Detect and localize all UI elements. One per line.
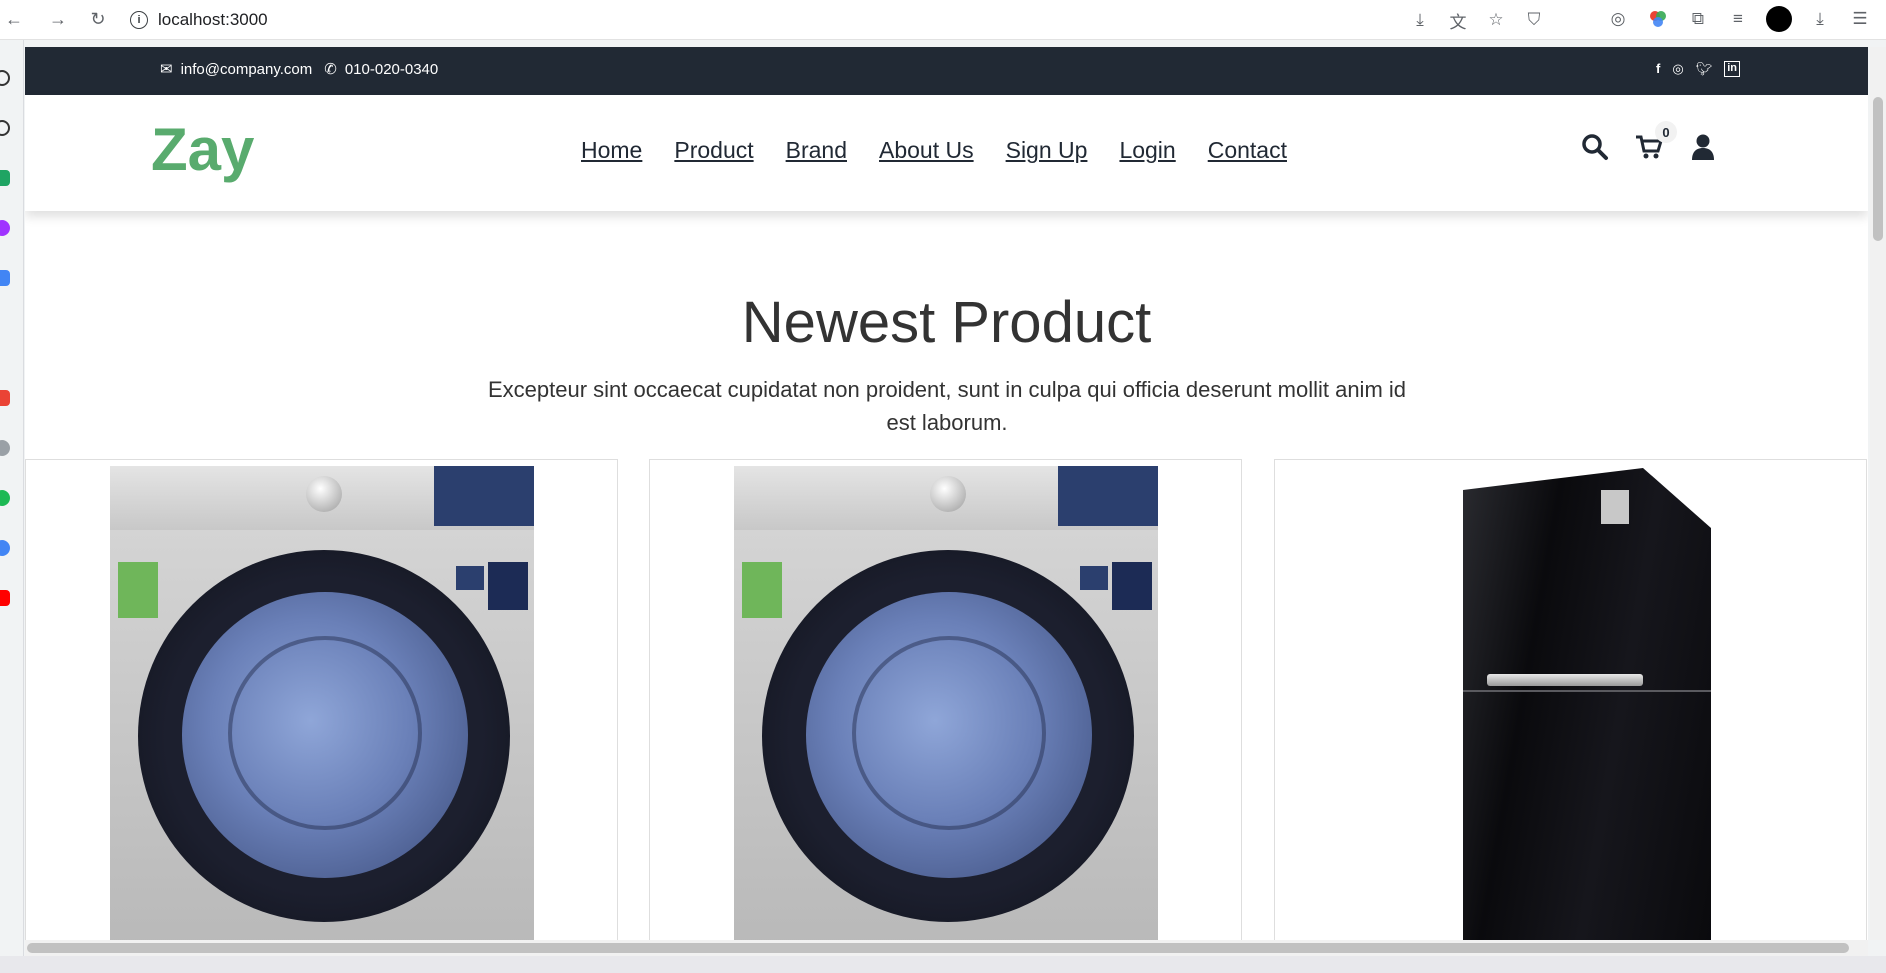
browser-toolbar: ← → ↻ i localhost:3000 ⤓ 文 ☆ ⛉ ◎ ⧉ ≡ ⤓ ☰ bbox=[0, 0, 1886, 40]
taskbar bbox=[0, 956, 1886, 973]
nav-about-us[interactable]: About Us bbox=[879, 137, 974, 164]
contact-topbar: ✉ info@company.com ✆ 010-020-0340 f ◎ 🐦︎… bbox=[25, 47, 1868, 95]
email-item[interactable]: ✉ info@company.com bbox=[160, 60, 313, 79]
washing-machine-image bbox=[110, 466, 534, 940]
settings-icon[interactable] bbox=[0, 70, 10, 86]
extensions-area: ◎ ⧉ ≡ ⤓ ☰ bbox=[1606, 6, 1886, 32]
compass-extension-icon[interactable]: ◎ bbox=[1606, 7, 1630, 31]
forward-button[interactable]: → bbox=[44, 6, 72, 34]
menu-icon[interactable]: ☰ bbox=[1848, 7, 1872, 31]
phone-icon: ✆ bbox=[324, 61, 337, 78]
section-subtitle: Excepteur sint occaecat cupidatat non pr… bbox=[487, 377, 1407, 435]
vertical-scroll-thumb[interactable] bbox=[1873, 97, 1883, 241]
translate-icon[interactable]: 文 bbox=[1446, 8, 1470, 32]
facebook-icon[interactable]: f bbox=[1656, 61, 1660, 77]
settings-app-icon[interactable] bbox=[0, 440, 10, 456]
cart-count-badge: 0 bbox=[1655, 121, 1677, 143]
puzzle-extensions-icon[interactable]: ⧉ bbox=[1686, 7, 1710, 31]
envelope-icon: ✉ bbox=[160, 61, 173, 78]
url-text: localhost:3000 bbox=[158, 10, 268, 29]
color-picker-extension-icon[interactable] bbox=[1646, 7, 1670, 31]
install-icon[interactable]: ⤓ bbox=[1408, 8, 1432, 32]
site-header: Zay Home Product Brand About Us Sign Up … bbox=[25, 95, 1868, 211]
profile-avatar-icon[interactable] bbox=[1766, 6, 1792, 32]
refrigerator-image bbox=[1463, 468, 1711, 940]
spotify-app-icon[interactable] bbox=[0, 490, 10, 506]
nav-product[interactable]: Product bbox=[674, 137, 753, 164]
product-card[interactable] bbox=[25, 459, 618, 940]
main-nav: Home Product Brand About Us Sign Up Logi… bbox=[581, 137, 1287, 164]
nav-brand[interactable]: Brand bbox=[786, 137, 847, 164]
nav-login[interactable]: Login bbox=[1119, 137, 1175, 164]
history-icon[interactable] bbox=[0, 120, 10, 136]
nav-home[interactable]: Home bbox=[581, 137, 642, 164]
translate-app-icon[interactable] bbox=[0, 270, 10, 286]
google-app-icon[interactable] bbox=[0, 540, 10, 556]
product-card[interactable] bbox=[1274, 459, 1867, 940]
nav-contact[interactable]: Contact bbox=[1208, 137, 1287, 164]
header-actions: 0 bbox=[1581, 121, 1717, 161]
site-logo[interactable]: Zay bbox=[151, 115, 254, 184]
phone-item[interactable]: ✆ 010-020-0340 bbox=[324, 60, 439, 79]
product-card[interactable] bbox=[649, 459, 1242, 940]
search-icon[interactable] bbox=[1581, 133, 1609, 161]
reload-button[interactable]: ↻ bbox=[84, 6, 112, 34]
social-links: f ◎ 🐦︎ in bbox=[1656, 61, 1740, 77]
back-button[interactable]: ← bbox=[0, 6, 28, 34]
linkedin-icon[interactable]: in bbox=[1724, 61, 1740, 77]
shield-icon[interactable]: ⛉ bbox=[1522, 8, 1546, 32]
bookmark-star-icon[interactable]: ☆ bbox=[1484, 8, 1508, 32]
product-grid bbox=[25, 459, 1868, 940]
user-icon[interactable] bbox=[1689, 133, 1717, 161]
email-text: info@company.com bbox=[180, 60, 313, 78]
gmail-app-icon[interactable] bbox=[0, 390, 10, 406]
vertical-scrollbar[interactable] bbox=[1870, 47, 1886, 940]
address-bar-actions: ⤓ 文 ☆ ⛉ bbox=[1408, 8, 1546, 32]
nav-sign-up[interactable]: Sign Up bbox=[1006, 137, 1088, 164]
twitter-icon[interactable]: 🐦︎ bbox=[1696, 61, 1713, 77]
messenger-app-icon[interactable] bbox=[0, 220, 10, 236]
downloads-icon[interactable]: ⤓ bbox=[1808, 7, 1832, 31]
page-viewport: ✉ info@company.com ✆ 010-020-0340 f ◎ 🐦︎… bbox=[25, 47, 1868, 940]
side-panel bbox=[0, 40, 24, 973]
media-playlist-icon[interactable]: ≡ bbox=[1726, 7, 1750, 31]
instagram-icon[interactable]: ◎ bbox=[1672, 61, 1683, 77]
address-bar[interactable]: i localhost:3000 bbox=[120, 4, 1540, 36]
contact-info: ✉ info@company.com ✆ 010-020-0340 bbox=[160, 60, 439, 79]
cart-icon[interactable]: 0 bbox=[1635, 121, 1677, 161]
horizontal-scrollbar[interactable] bbox=[25, 940, 1868, 956]
horizontal-scroll-thumb[interactable] bbox=[27, 943, 1849, 953]
sheets-app-icon[interactable] bbox=[0, 170, 10, 186]
phone-text: 010-020-0340 bbox=[344, 60, 439, 78]
youtube-app-icon[interactable] bbox=[0, 590, 10, 606]
washing-machine-image bbox=[734, 466, 1158, 940]
section-title: Newest Product bbox=[741, 290, 1152, 355]
site-info-icon[interactable]: i bbox=[130, 11, 148, 29]
